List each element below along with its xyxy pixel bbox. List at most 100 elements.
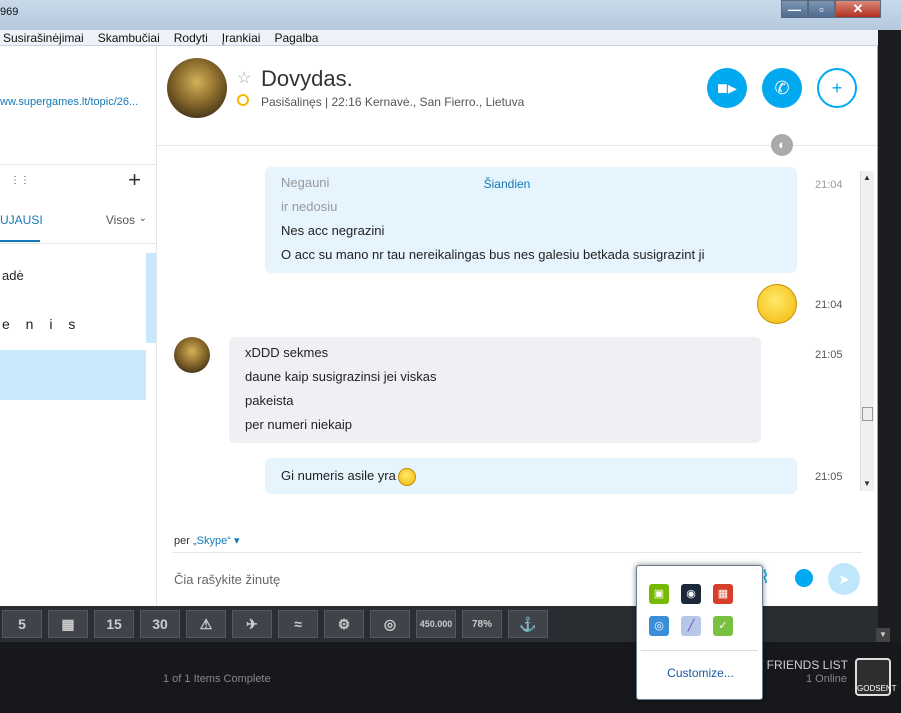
emoticon-button[interactable]	[795, 569, 813, 587]
menu-tools[interactable]: Įrankiai	[222, 30, 261, 45]
expand-down-icon[interactable]: ▼	[876, 628, 890, 642]
window-title: 969	[0, 6, 19, 18]
send-via: per „Skype“ ▾	[174, 534, 239, 547]
message-text: Gi numeris asile yra	[281, 468, 396, 483]
add-icon[interactable]: +	[128, 167, 141, 193]
window-titlebar: 969 — ▫ ✕	[0, 0, 901, 30]
scroll-up-icon[interactable]: ▲	[863, 173, 871, 182]
sidebar-scrollbar[interactable]	[146, 253, 156, 343]
toolbar-cell[interactable]: 5	[2, 610, 42, 638]
caret-down-icon[interactable]: ▾	[234, 535, 240, 547]
toolbar-cell[interactable]: ▦	[48, 610, 88, 638]
conversation-pane: Negauni ir nedosiu Nes acc negrazini O a…	[157, 147, 877, 542]
menu-view[interactable]: Rodyti	[174, 30, 208, 45]
add-people-button[interactable]: +	[817, 68, 857, 108]
via-prefix: per	[174, 535, 190, 547]
via-channel-dropdown[interactable]: „Skype“	[193, 535, 231, 547]
contact-item-selected[interactable]	[0, 350, 146, 400]
tab-all[interactable]: Visos	[106, 213, 135, 227]
toolbar-cell[interactable]: ⚠	[186, 610, 226, 638]
sidebar-actions: ⋮⋮ +	[0, 164, 156, 194]
close-button[interactable]: ✕	[835, 0, 881, 18]
message-text: Nes acc negrazini	[281, 223, 385, 238]
location-text: 22:16 Kernavė., San Fierro., Lietuva	[331, 95, 525, 109]
menu-calls[interactable]: Skambučiai	[98, 30, 160, 45]
steam-bottom-bar: 1 of 1 Items Complete / FRIENDS LIST 1 O…	[0, 642, 901, 713]
add-person-icon: +	[831, 77, 843, 98]
skype-app: ww.supergames.lt/topic/26... ⋮⋮ + UJAUSI…	[0, 46, 878, 606]
nvidia-icon[interactable]: ▣	[649, 584, 669, 604]
toolbar-cell[interactable]: ◎	[370, 610, 410, 638]
conversation-scrollbar[interactable]: ▲ ▼	[860, 171, 874, 491]
toolbar-cell[interactable]: ⚙	[324, 610, 364, 638]
send-button[interactable]: ➤	[828, 563, 860, 595]
chevron-down-icon[interactable]: ⌄	[139, 213, 147, 224]
maximize-button[interactable]: ▫	[808, 0, 835, 18]
message-time: 21:05	[815, 471, 843, 483]
message-text: O acc su mano nr tau nereikalingas bus n…	[281, 247, 705, 262]
customize-link[interactable]: Customize...	[637, 666, 764, 680]
message-time: 21:05	[815, 349, 843, 361]
downloads-status[interactable]: 1 of 1 Items Complete	[163, 673, 271, 685]
message-bubble-outgoing: Gi numeris asile yra	[265, 458, 797, 494]
toolbar-cell[interactable]: 15	[94, 610, 134, 638]
compose-divider	[172, 552, 862, 553]
friends-list-button[interactable]: / FRIENDS LIST	[760, 658, 848, 672]
avatar[interactable]	[174, 337, 210, 373]
contact-item[interactable]: e n i s	[2, 316, 81, 332]
network-icon[interactable]: ◎	[649, 616, 669, 636]
dialpad-icon[interactable]: ⋮⋮	[10, 175, 30, 186]
message-row: Gi numeris asile yra	[281, 464, 781, 488]
conversation-header: ☆ Dovydas. Pasišalinęs | 22:16 Kernavė.,…	[157, 46, 877, 156]
avatar[interactable]	[167, 58, 227, 118]
message-text: xDDD sekmes	[245, 345, 329, 360]
away-status-icon	[237, 94, 249, 106]
toolbar-cell[interactable]: ✈	[232, 610, 272, 638]
tray-divider	[641, 650, 758, 651]
menu-conversations[interactable]: Susirašinėjimai	[3, 30, 84, 45]
day-separator: Šiandien	[483, 177, 531, 191]
message-input[interactable]: Čia rašykite žinutę	[174, 572, 280, 587]
phone-icon: ✆	[774, 77, 790, 98]
pen-icon[interactable]: ╱	[681, 616, 701, 636]
message-time: 21:04	[815, 179, 843, 191]
contact-name: Dovydas.	[261, 66, 353, 91]
tab-recent[interactable]: UJAUSI	[0, 213, 43, 227]
toolbar-cell[interactable]: 450.000	[416, 610, 456, 638]
toolbar-cell[interactable]: 78%	[462, 610, 502, 638]
menu-help[interactable]: Pagalba	[274, 30, 318, 45]
message-text: ir nedosiu	[281, 199, 338, 214]
steam-icon[interactable]: ◉	[681, 584, 701, 604]
avg-icon[interactable]: ▦	[713, 584, 733, 604]
scrollbar-thumb[interactable]	[862, 407, 873, 421]
evernote-icon[interactable]: ✓	[713, 616, 733, 636]
message-text: pakeista	[245, 393, 294, 408]
scroll-down-icon[interactable]: ▼	[863, 479, 871, 488]
window-controls: — ▫ ✕	[781, 0, 881, 18]
sidebar-tabs: UJAUSI Visos ⌄	[0, 204, 156, 244]
mood-link[interactable]: ww.supergames.lt/topic/26...	[0, 96, 138, 108]
contact-item[interactable]: adė	[2, 268, 24, 283]
online-count: 1 Online	[806, 673, 847, 685]
message-text: per numeri niekaip	[245, 417, 352, 432]
toolbar-cell[interactable]: ≈	[278, 610, 318, 638]
status-text: Pasišalinęs	[261, 95, 322, 109]
voice-call-button[interactable]: ✆	[762, 68, 802, 108]
tab-active-indicator	[0, 240, 40, 242]
toolbar-cell[interactable]: ⚓	[508, 610, 548, 638]
video-camera-icon: ■▸	[717, 77, 737, 98]
star-icon[interactable]: ☆	[237, 68, 251, 88]
message-time: 21:04	[815, 299, 843, 311]
video-call-button[interactable]: ■▸	[707, 68, 747, 108]
smiley-icon	[397, 467, 416, 486]
minimize-button[interactable]: —	[781, 0, 808, 18]
status-line: Pasišalinęs | 22:16 Kernavė., San Fierro…	[261, 95, 525, 109]
message-bubble-incoming: xDDD sekmes daune kaip susigrazinsi jei …	[229, 337, 761, 443]
toolbar-cell[interactable]: 30	[140, 610, 180, 638]
smiley-emoticon-icon[interactable]	[757, 284, 797, 324]
tray-icon-grid: ▣ ◉ ▦ ◎ ╱ ✓	[649, 584, 745, 636]
profile-avatar[interactable]: GODSENT	[855, 658, 897, 696]
send-arrow-icon: ➤	[838, 571, 850, 587]
sidebar: ww.supergames.lt/topic/26... ⋮⋮ + UJAUSI…	[0, 46, 157, 606]
tray-overflow-popup: ▣ ◉ ▦ ◎ ╱ ✓ Customize...	[636, 565, 763, 700]
